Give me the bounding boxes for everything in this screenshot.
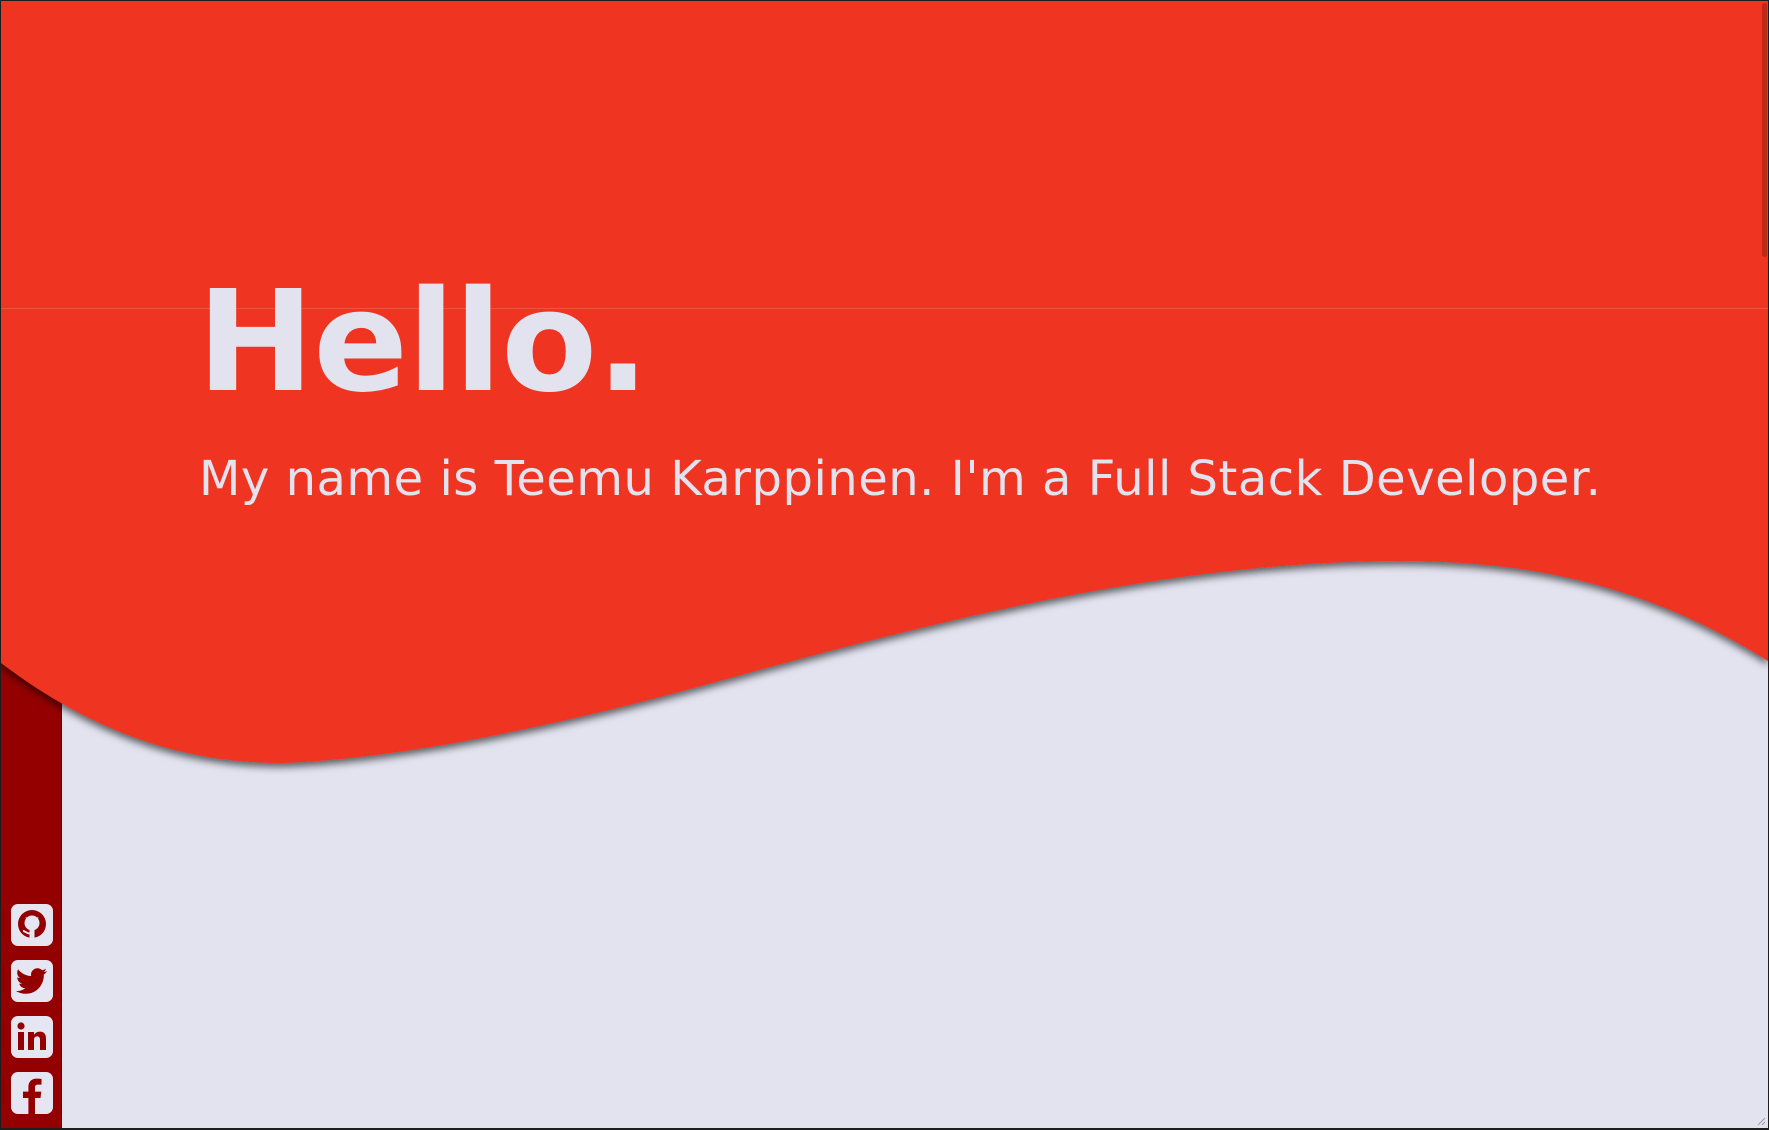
twitter-link[interactable] bbox=[11, 960, 53, 1002]
hero-subtitle: My name is Teemu Karppinen. I'm a Full S… bbox=[199, 451, 1602, 507]
facebook-link[interactable] bbox=[11, 1072, 53, 1114]
linkedin-icon bbox=[17, 1022, 46, 1050]
facebook-icon bbox=[23, 1078, 42, 1114]
page-viewport: Hello. My name is Teemu Karppinen. I'm a… bbox=[1, 1, 1768, 1128]
resize-grip-icon[interactable] bbox=[1756, 1116, 1766, 1126]
github-icon bbox=[18, 910, 46, 939]
scrollbar-thumb[interactable] bbox=[1762, 3, 1767, 257]
github-link[interactable] bbox=[11, 904, 53, 946]
hero-title: Hello. bbox=[197, 261, 649, 424]
linkedin-link[interactable] bbox=[11, 1016, 53, 1058]
twitter-icon bbox=[15, 968, 48, 994]
social-links bbox=[11, 904, 53, 1128]
